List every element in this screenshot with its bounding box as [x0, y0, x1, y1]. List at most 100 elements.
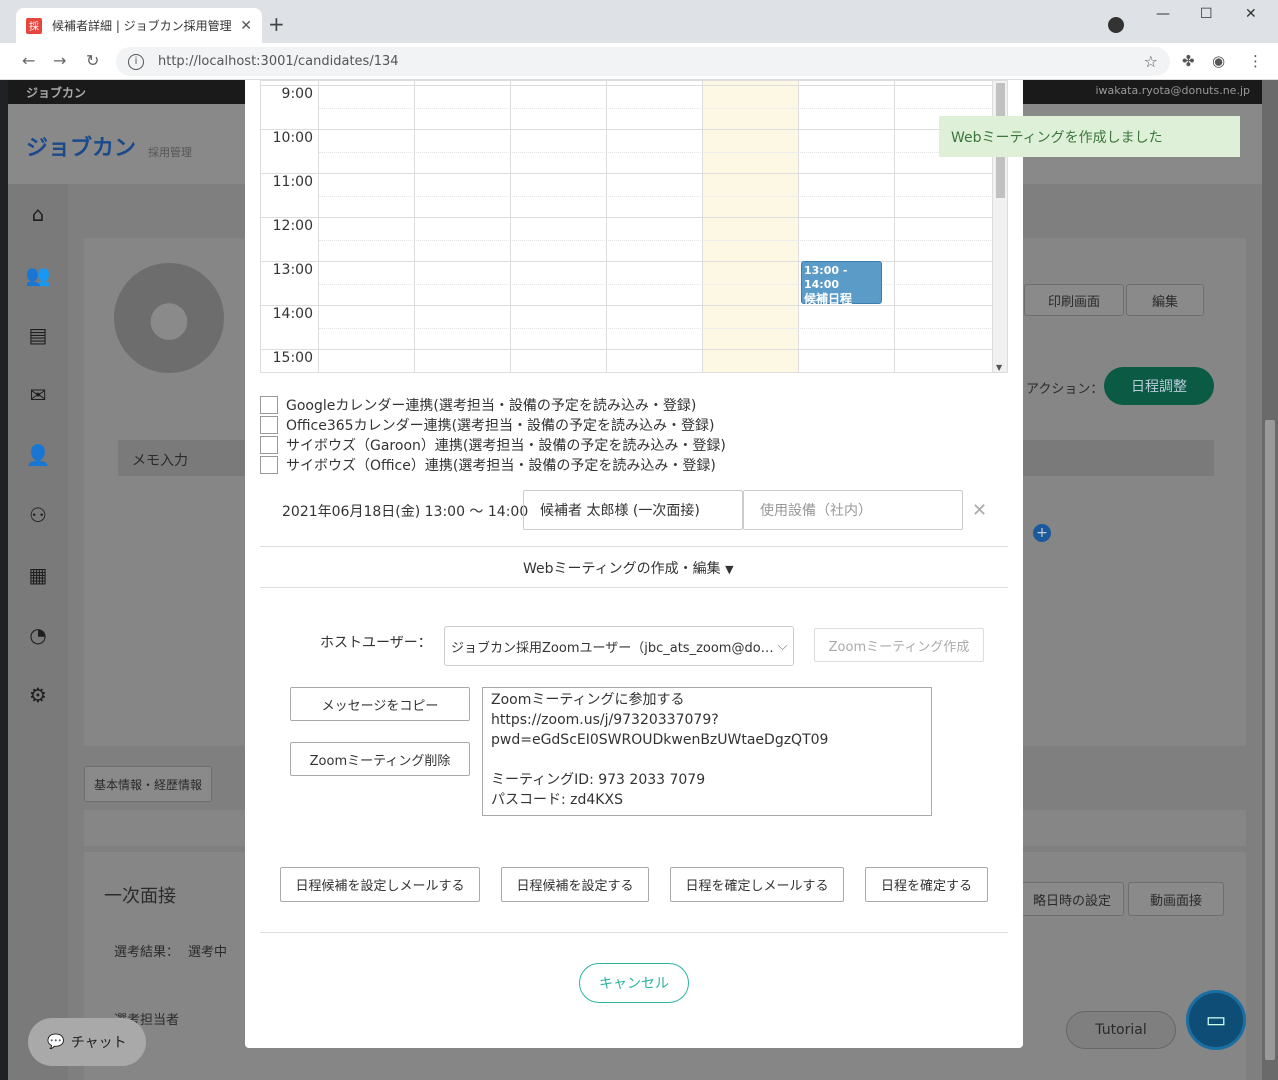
time-label: 10:00 — [272, 130, 313, 146]
slot-title-input[interactable]: 候補者 太郎様 (一次面接) — [523, 490, 743, 530]
calendar-row[interactable]: 12:00 — [261, 217, 993, 261]
selection-result-label: 選考結果： — [114, 945, 180, 960]
browser-tabbar: 採 候補者詳細 | ジョブカン採用管理 ✕ + — ☐ ✕ — [0, 0, 1278, 43]
chat-button[interactable]: 💬 チャット — [28, 1018, 146, 1066]
google-calendar-label: Googleカレンダー連携(選考担当・設備の予定を読み込み・登録) — [286, 398, 697, 414]
app-logo[interactable]: ジョブカン — [26, 130, 136, 162]
selection-result-value: 選考中 — [188, 945, 228, 960]
schedule-button[interactable]: 日程調整 — [1104, 367, 1214, 405]
tab-title: 候補者詳細 | ジョブカン採用管理 — [52, 19, 232, 33]
documents-icon[interactable]: ▤ — [23, 320, 53, 350]
settings-icon[interactable]: ⚙ — [23, 680, 53, 710]
skip-date-button[interactable]: 略日時の設定 — [1020, 882, 1124, 916]
page-scrollbar[interactable] — [1262, 80, 1278, 1080]
delete-zoom-button[interactable]: Zoomミーティング削除 — [290, 742, 470, 776]
cybozu-office-option[interactable]: サイボウズ（Office）連携(選考担当・設備の予定を読み込み・登録) — [260, 455, 716, 475]
office365-option[interactable]: Office365カレンダー連携(選考担当・設備の予定を読み込み・登録) — [260, 415, 715, 435]
copy-message-button[interactable]: メッセージをコピー — [290, 687, 470, 721]
home-icon[interactable]: ⌂ — [23, 199, 53, 229]
garoon-option[interactable]: サイボウズ（Garoon）連携(選考担当・設備の予定を読み込み・登録) — [260, 435, 726, 455]
slot-datetime: 2021年06月18日(金) 13:00 〜 14:00 — [282, 504, 529, 520]
site-info-icon[interactable]: i — [128, 53, 144, 70]
calendar-row[interactable]: 10:00 — [261, 129, 993, 173]
event-time: 13:00 - 14:00 — [804, 264, 848, 291]
window-close-icon[interactable]: ✕ — [1245, 6, 1257, 22]
time-label: 11:00 — [272, 174, 313, 190]
web-meeting-toggle[interactable]: Webミーティングの作成・編集 ▼ — [523, 558, 734, 578]
calendar-icon[interactable]: ▦ — [23, 560, 53, 590]
set-candidates-mail-button[interactable]: 日程候補を設定しメールする — [280, 867, 480, 902]
time-label: 9:00 — [281, 86, 313, 102]
calendar-row[interactable]: 11:00 — [261, 173, 993, 217]
url-text: http://localhost:3001/candidates/134 — [158, 54, 399, 69]
basic-info-tab[interactable]: 基本情報・経歴情報 — [84, 766, 212, 802]
calendar-row[interactable]: 14:00 — [261, 305, 993, 349]
confirm-button[interactable]: 日程を確定する — [865, 867, 988, 902]
schedule-modal: 9:00 10:00 11:00 12:00 13:00 14:00 15:00… — [245, 80, 1023, 1048]
calendar-event[interactable]: 13:00 - 14:00 候補日程 — [801, 261, 882, 306]
bookmark-star-icon[interactable]: ☆ — [1144, 52, 1158, 71]
garoon-checkbox[interactable] — [260, 436, 278, 454]
host-user-label: ホストユーザー： — [320, 635, 432, 651]
memo-label[interactable]: メモ入力 — [132, 450, 188, 470]
favicon-icon: 採 — [26, 17, 42, 34]
extensions-icon[interactable]: ✤ — [1182, 52, 1195, 70]
candidates-icon[interactable]: 👥 — [23, 260, 53, 290]
success-toast: Webミーティングを作成しました — [939, 116, 1240, 157]
google-calendar-option[interactable]: Googleカレンダー連携(選考担当・設備の予定を読み込み・登録) — [260, 395, 696, 415]
profile-menu-icon[interactable] — [1108, 17, 1124, 33]
host-user-value: ジョブカン採用Zoomユーザー（jbc_ats_zoom@do… — [451, 640, 774, 656]
print-button[interactable]: 印刷画面 — [1024, 284, 1124, 316]
remove-slot-icon[interactable]: ✕ — [972, 500, 987, 521]
address-bar[interactable]: i http://localhost:3001/candidates/134 ☆ — [116, 47, 1170, 76]
set-candidates-button[interactable]: 日程候補を設定する — [501, 867, 649, 902]
calendar-row[interactable]: 15:00 — [261, 349, 993, 372]
maximize-icon[interactable]: ☐ — [1200, 6, 1213, 22]
page-scroll-thumb[interactable] — [1265, 420, 1275, 1060]
user-icon[interactable]: 👤 — [23, 440, 53, 470]
time-label: 13:00 — [272, 262, 313, 278]
candidate-avatar: ● — [114, 263, 224, 373]
office365-checkbox[interactable] — [260, 416, 278, 434]
calendar-row[interactable]: 13:00 — [261, 261, 993, 305]
scroll-down-icon[interactable]: ▼ — [996, 363, 1002, 372]
cancel-button[interactable]: キャンセル — [579, 963, 689, 1003]
new-tab-icon[interactable]: + — [268, 12, 285, 36]
mail-icon[interactable]: ✉ — [23, 380, 53, 410]
confirm-mail-button[interactable]: 日程を確定しメールする — [670, 867, 844, 902]
equipment-input[interactable]: 使用設備（社内） — [743, 490, 963, 530]
user-email[interactable]: iwakata.ryota@donuts.ne.jp — [1095, 84, 1250, 97]
tutorial-button[interactable]: Tutorial — [1066, 1011, 1176, 1049]
staff-icon[interactable]: ⚇ — [23, 500, 53, 530]
time-label: 14:00 — [272, 306, 313, 322]
create-zoom-button[interactable]: Zoomミーティング作成 — [814, 628, 984, 662]
cybozu-office-checkbox[interactable] — [260, 456, 278, 474]
minimize-icon[interactable]: — — [1156, 6, 1170, 22]
support-chat-icon[interactable]: ▭ — [1186, 990, 1246, 1050]
reload-icon[interactable]: ↻ — [86, 51, 99, 70]
app-brand: ジョブカン — [26, 86, 87, 100]
browser-tab[interactable]: 採 候補者詳細 | ジョブカン採用管理 ✕ — [16, 8, 262, 43]
cybozu-office-label: サイボウズ（Office）連携(選考担当・設備の予定を読み込み・登録) — [286, 458, 716, 474]
back-icon[interactable]: ← — [22, 51, 35, 70]
divider — [260, 546, 1008, 547]
sidebar: ⌂ 👥 ▤ ✉ 👤 ⚇ ▦ ◔ ⚙ — [8, 184, 68, 1080]
divider — [260, 587, 1008, 588]
forward-icon[interactable]: → — [53, 51, 66, 70]
meeting-message-textarea[interactable]: Zoomミーティングに参加する https://zoom.us/j/973203… — [482, 687, 932, 816]
host-user-select[interactable]: ジョブカン採用Zoomユーザー（jbc_ats_zoom@do… ⌵ — [444, 626, 794, 666]
analytics-icon[interactable]: ◔ — [23, 620, 53, 650]
chevron-down-icon: ⌵ — [777, 638, 788, 654]
edit-button[interactable]: 編集 — [1126, 284, 1204, 316]
calendar-row[interactable]: 9:00 — [261, 85, 993, 129]
app-logo-sub: 採用管理 — [148, 146, 192, 159]
tab-close-icon[interactable]: ✕ — [240, 18, 252, 34]
profile-avatar-icon[interactable]: ◉ — [1212, 52, 1225, 70]
video-interview-button[interactable]: 動画面接 — [1128, 882, 1224, 916]
browser-menu-icon[interactable]: ⋮ — [1248, 52, 1263, 70]
browser-toolbar: ← → ↻ i http://localhost:3001/candidates… — [0, 43, 1278, 80]
action-label: アクション： — [1026, 382, 1104, 397]
add-slot-icon[interactable]: + — [1033, 524, 1051, 542]
google-calendar-checkbox[interactable] — [260, 396, 278, 414]
event-title: 候補日程 — [804, 292, 853, 306]
